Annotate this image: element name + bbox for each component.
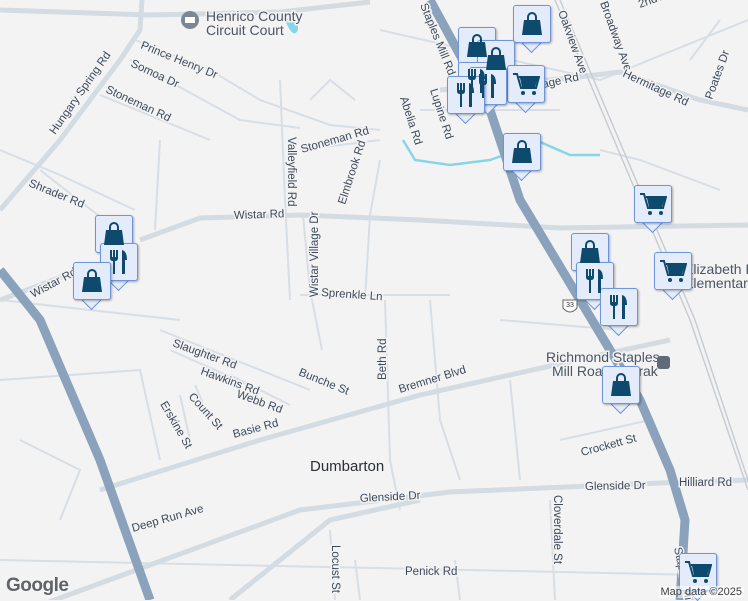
road-label: Deep Run Ave (131, 503, 205, 535)
road-label: Poates Dr (704, 49, 733, 101)
route-33-shield: 33 (562, 299, 578, 313)
road-label: Penick Rd (405, 566, 457, 578)
cart-marker[interactable] (654, 252, 692, 301)
road-label: Erskine St (157, 400, 194, 452)
cart-icon (654, 252, 692, 290)
road-label: 2nd Ave (637, 0, 680, 11)
road-label: Wistar Village Dr (309, 211, 321, 297)
road-label: Valleyfield Rd (285, 137, 297, 206)
road-label: Glenside Dr (585, 480, 646, 493)
cart-icon (634, 185, 672, 223)
road-label: Elmbrook Rd (336, 139, 368, 206)
road-label: Wistar Rd (234, 208, 285, 222)
place-label-dumbarton: Dumbarton (310, 458, 384, 475)
shopping-bag-marker[interactable] (503, 133, 541, 182)
road-label: Crockett St (580, 432, 639, 459)
road-label: Count St (186, 391, 225, 433)
route-number: 33 (566, 302, 574, 309)
google-logo: Google (6, 575, 69, 596)
road-label: Oakview Ave (555, 9, 589, 75)
shopping-bag-icon (513, 5, 551, 43)
road-label: Abelia Rd (397, 95, 424, 146)
poi-label: Circuit Court (206, 22, 284, 38)
restaurant-marker[interactable] (600, 288, 638, 337)
shopping-bag-marker[interactable] (602, 366, 640, 415)
cart-marker[interactable] (507, 65, 545, 114)
train-icon (657, 356, 670, 369)
road-label: Cloverdale St (551, 495, 563, 565)
poi-label: Elementary School (684, 275, 748, 291)
poi-school[interactable]: Elizabeth Holladay Elementary School (683, 260, 748, 293)
shopping-bag-icon (73, 262, 111, 300)
road-label: Hilliard Rd (679, 477, 732, 489)
road-label: Sprenkle Ln (321, 287, 383, 303)
cart-icon (507, 65, 545, 103)
road-label: Webb Rd (235, 389, 284, 417)
road-label: Wistar Rd (29, 266, 79, 300)
road-label: Stoneman Rd (104, 84, 173, 125)
shopping-bag-marker[interactable] (513, 5, 551, 54)
road-label: Locust St (329, 545, 341, 594)
shopping-bag-icon (503, 133, 541, 171)
road-label: Broadway Ave (597, 0, 633, 73)
map-attribution[interactable]: Map data ©2025 (658, 586, 744, 598)
shopping-bag-marker[interactable] (73, 262, 111, 311)
road-label: Hermitage Rd (621, 68, 690, 109)
shopping-bag-icon (602, 366, 640, 404)
road-label: Bunche St (297, 367, 351, 398)
road-label: Beth Rd (377, 338, 389, 380)
cart-marker[interactable] (634, 185, 672, 234)
